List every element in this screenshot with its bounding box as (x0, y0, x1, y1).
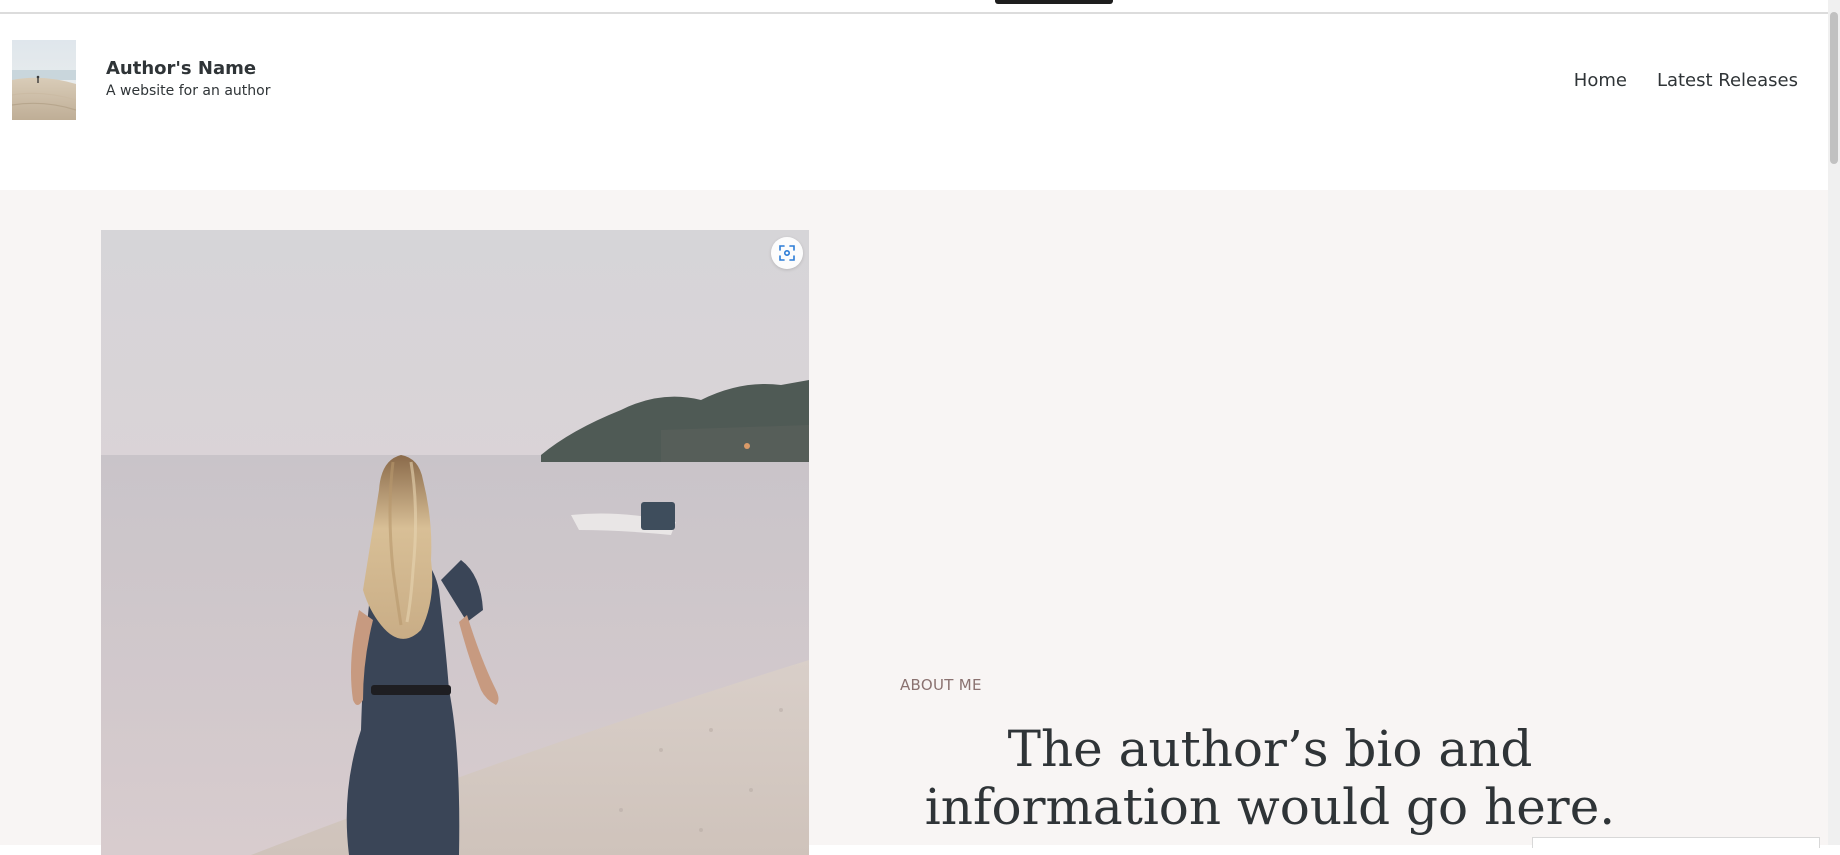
bio-heading: The author’s bio and information would g… (924, 720, 1616, 836)
section-label: ABOUT ME (900, 676, 982, 694)
image-zoom-button[interactable] (771, 237, 803, 269)
browser-top-strip (0, 0, 1828, 14)
beach-woman-image (101, 230, 809, 855)
main-navigation: Home Latest Releases (1574, 70, 1798, 91)
zoom-expand-icon (779, 245, 795, 261)
scrollbar-thumb[interactable] (1830, 12, 1838, 164)
author-photo[interactable] (101, 230, 809, 855)
top-tab-indicator (995, 0, 1113, 4)
site-header: Author's Name A website for an author Ho… (0, 14, 1828, 190)
site-logo[interactable] (12, 40, 76, 120)
site-brand: Author's Name A website for an author (106, 58, 270, 101)
about-section: ABOUT ME The author’s bio and informatio… (0, 190, 1828, 855)
bottom-right-widget (1532, 837, 1820, 848)
beach-logo-image (12, 40, 76, 120)
site-tagline: A website for an author (106, 83, 271, 99)
site-title[interactable]: Author's Name (106, 58, 270, 80)
vertical-scrollbar[interactable] (1828, 0, 1840, 845)
nav-item-latest-releases[interactable]: Latest Releases (1657, 70, 1798, 91)
nav-item-home[interactable]: Home (1574, 70, 1627, 91)
